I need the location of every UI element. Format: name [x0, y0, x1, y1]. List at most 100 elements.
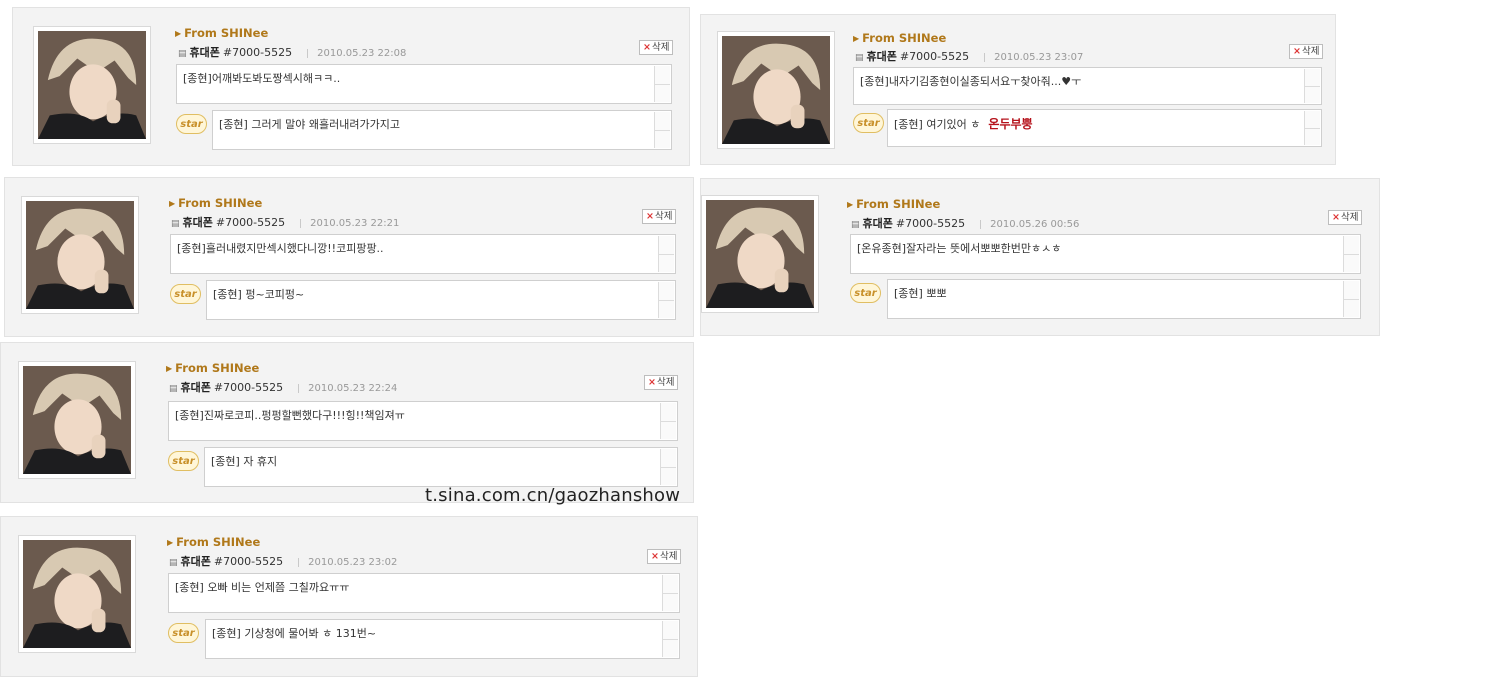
scrollbar[interactable] [1343, 236, 1359, 272]
message-card: ▶ From SHINee ▤ 휴대폰 #7000-5525 | 2010.05.23 2… [700, 14, 1336, 165]
phone-number: #7000-5525 [213, 555, 284, 568]
from-text: From SHINee [856, 197, 941, 211]
scrollbar[interactable] [1304, 69, 1320, 103]
reply-text: [종현] 펑~코피펑~ [213, 288, 305, 301]
separator: | [297, 558, 301, 568]
close-icon: × [1332, 212, 1340, 223]
profile-photo [18, 535, 136, 653]
delete-label: 삭제 [1340, 212, 1359, 223]
scrollbar[interactable] [662, 621, 678, 657]
message-text: [종현]흘러내렸지만섹시했다니깡!!코피팡팡.. [177, 242, 384, 255]
profile-photo-image [26, 201, 134, 309]
profile-photo [18, 361, 136, 479]
message-date: 2010.05.23 23:02 [308, 557, 398, 568]
sender-name: 휴대폰 [866, 50, 897, 63]
star-label: star [172, 628, 195, 639]
scrollbar[interactable] [1304, 111, 1320, 145]
message-box[interactable]: [종현]내자기김종현이실종되서요ㅜ찾아줘...♥ㅜ [853, 67, 1322, 105]
separator: | [983, 53, 987, 63]
reply-box[interactable]: [종현] 기상청에 물어봐 ㅎ 131번~ [205, 619, 680, 659]
profile-photo-image [706, 200, 814, 308]
from-label: ▶ From SHINee [175, 26, 268, 40]
delete-button[interactable]: ×삭제 [1328, 210, 1363, 225]
phone-icon: ▤ [178, 49, 187, 59]
message-meta: ▤ 휴대폰 #7000-5525 | 2010.05.26 00:56 [851, 215, 1079, 231]
scrollbar[interactable] [658, 282, 674, 318]
reply-text: [종현] 뽀뽀 [894, 287, 947, 300]
delete-button[interactable]: ×삭제 [639, 40, 674, 55]
scrollbar[interactable] [658, 236, 674, 272]
reply-text: [종현] 기상청에 물어봐 ㅎ 131번~ [212, 627, 377, 640]
reply-box[interactable]: [종현] 그러게 말야 왜흘러내려가가지고 [212, 110, 672, 150]
delete-button[interactable]: ×삭제 [644, 375, 679, 390]
profile-photo [717, 31, 835, 149]
reply-text: [종현] 자 휴지 [211, 455, 278, 468]
separator: | [979, 220, 983, 230]
message-box[interactable]: [종현]진짜로코피..펑펑할뻔했다구!!!힝!!책임져ㅠ [168, 401, 678, 441]
close-icon: × [646, 211, 654, 222]
delete-button[interactable]: ×삭제 [642, 209, 677, 224]
scrollbar[interactable] [660, 403, 676, 439]
phone-icon: ▤ [855, 53, 864, 63]
phone-number: #7000-5525 [895, 217, 966, 230]
message-date: 2010.05.23 22:24 [308, 383, 398, 394]
message-card: ▶ From SHINee ▤ 휴대폰 #7000-5525 | 2010.05.23 2… [0, 516, 698, 677]
star-badge: star [170, 284, 201, 304]
arrow-icon: ▶ [175, 29, 182, 38]
phone-icon: ▤ [171, 219, 180, 229]
scrollbar[interactable] [654, 66, 670, 102]
message-text: [종현] 오빠 비는 언제쯤 그칠까요ㅠㅠ [175, 581, 350, 594]
profile-photo-image [23, 540, 131, 648]
arrow-icon: ▶ [169, 199, 176, 208]
reply-box[interactable]: [종현] 여기있어 ㅎ 온두부뿡 [887, 109, 1322, 147]
star-badge: star [168, 451, 199, 471]
separator: | [306, 49, 310, 59]
from-text: From SHINee [184, 26, 269, 40]
reply-box[interactable]: [종현] 자 휴지 [204, 447, 678, 487]
message-meta: ▤ 휴대폰 #7000-5525 | 2010.05.23 23:02 [169, 553, 397, 569]
scrollbar[interactable] [1343, 281, 1359, 317]
message-date: 2010.05.23 23:07 [994, 52, 1084, 63]
profile-photo-image [23, 366, 131, 474]
scrollbar[interactable] [662, 575, 678, 611]
message-meta: ▤ 휴대폰 #7000-5525 | 2010.05.23 22:21 [171, 214, 399, 230]
message-date: 2010.05.23 22:08 [317, 48, 407, 59]
message-box[interactable]: [종현]흘러내렸지만섹시했다니깡!!코피팡팡.. [170, 234, 676, 274]
reply-box[interactable]: [종현] 뽀뽀 [887, 279, 1361, 319]
profile-photo [701, 195, 819, 313]
reply-handwriting: 온두부뿡 [988, 117, 1033, 131]
profile-photo-image [722, 36, 830, 144]
arrow-icon: ▶ [166, 364, 173, 373]
from-label: ▶ From SHINee [847, 197, 940, 211]
message-card: ▶ From SHINee ▤ 휴대폰 #7000-5525 | 2010.05.26 0… [700, 178, 1380, 336]
message-box[interactable]: [온유종현]잘자라는 뜻에서뽀뽀한번만ㅎㅅㅎ [850, 234, 1361, 274]
reply-text: [종현] 여기있어 ㅎ [894, 118, 981, 131]
from-label: ▶ From SHINee [853, 31, 946, 45]
profile-photo [21, 196, 139, 314]
close-icon: × [1293, 46, 1301, 57]
message-box[interactable]: [종현]어깨봐도봐도짱섹시해ㅋㅋ.. [176, 64, 672, 104]
delete-button[interactable]: ×삭제 [1289, 44, 1324, 59]
delete-button[interactable]: ×삭제 [647, 549, 682, 564]
scrollbar[interactable] [654, 112, 670, 148]
delete-label: 삭제 [1301, 46, 1320, 57]
watermark: t.sina.com.cn/gaozhanshow [425, 485, 681, 506]
phone-icon: ▤ [169, 384, 178, 394]
from-text: From SHINee [175, 361, 260, 375]
scrollbar[interactable] [660, 449, 676, 485]
reply-box[interactable]: [종현] 펑~코피펑~ [206, 280, 676, 320]
star-label: star [172, 456, 195, 467]
arrow-icon: ▶ [847, 200, 854, 209]
star-label: star [174, 289, 197, 300]
sender-name: 휴대폰 [182, 216, 213, 229]
message-date: 2010.05.26 00:56 [990, 219, 1080, 230]
from-label: ▶ From SHINee [169, 196, 262, 210]
arrow-icon: ▶ [853, 34, 860, 43]
arrow-icon: ▶ [167, 538, 174, 547]
phone-number: #7000-5525 [899, 50, 970, 63]
delete-label: 삭제 [656, 377, 675, 388]
star-badge: star [176, 114, 207, 134]
message-date: 2010.05.23 22:21 [310, 218, 400, 229]
from-text: From SHINee [178, 196, 263, 210]
message-box[interactable]: [종현] 오빠 비는 언제쯤 그칠까요ㅠㅠ [168, 573, 680, 613]
